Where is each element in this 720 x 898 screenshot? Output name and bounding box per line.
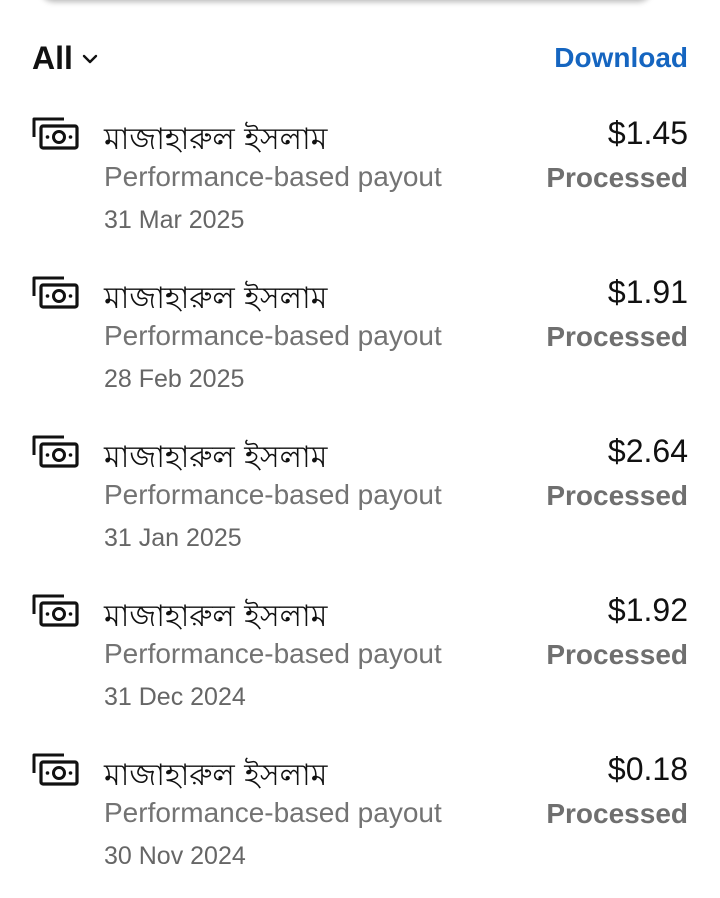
payout-amount: $1.92 bbox=[607, 592, 688, 628]
payee-name: মাজাহারুল ইসলাম bbox=[104, 440, 328, 475]
payee-name: মাজাহারুল ইসলাম bbox=[104, 281, 328, 316]
payout-amount: $1.91 bbox=[607, 274, 688, 310]
payee-name: মাজাহারুল ইসলাম bbox=[104, 758, 328, 793]
list-item[interactable]: মাজাহারুল ইসলাম Performance-based payout… bbox=[0, 580, 720, 739]
payout-toolbar: All Download bbox=[32, 36, 688, 80]
payout-type: Performance-based payout bbox=[104, 797, 442, 828]
payout-status: Processed bbox=[546, 162, 688, 193]
payout-type: Performance-based payout bbox=[104, 479, 442, 510]
money-bill-icon bbox=[32, 276, 79, 309]
payee-name: মাজাহারুল ইসলাম bbox=[104, 599, 328, 634]
payout-type: Performance-based payout bbox=[104, 161, 442, 192]
payout-date: 31 Mar 2025 bbox=[104, 206, 245, 234]
payee-name: মাজাহারুল ইসলাম bbox=[104, 122, 328, 157]
payout-status: Processed bbox=[546, 639, 688, 670]
payout-amount: $1.45 bbox=[607, 115, 688, 151]
payout-amount: $2.64 bbox=[607, 433, 688, 469]
payout-status: Processed bbox=[546, 321, 688, 352]
filter-label: All bbox=[32, 39, 73, 76]
money-bill-icon bbox=[32, 117, 79, 150]
payout-type: Performance-based payout bbox=[104, 638, 442, 669]
payout-status: Processed bbox=[546, 480, 688, 511]
payout-type: Performance-based payout bbox=[104, 320, 442, 351]
chevron-down-icon bbox=[82, 54, 98, 64]
list-item[interactable]: মাজাহারুল ইসলাম Performance-based payout… bbox=[0, 739, 720, 898]
payout-amount: $0.18 bbox=[607, 751, 688, 787]
filter-dropdown[interactable]: All bbox=[32, 40, 99, 77]
list-item[interactable]: মাজাহারুল ইসলাম Performance-based payout… bbox=[0, 421, 720, 580]
download-link[interactable]: Download bbox=[554, 42, 688, 74]
list-item[interactable]: মাজাহারুল ইসলাম Performance-based payout… bbox=[0, 262, 720, 421]
payout-status: Processed bbox=[546, 798, 688, 829]
money-bill-icon bbox=[32, 435, 79, 468]
payout-date: 30 Nov 2024 bbox=[104, 842, 246, 870]
list-item[interactable]: মাজাহারুল ইসলাম Performance-based payout… bbox=[0, 103, 720, 262]
money-bill-icon bbox=[32, 594, 79, 627]
payout-date: 31 Dec 2024 bbox=[104, 683, 246, 711]
payout-date: 31 Jan 2025 bbox=[104, 524, 242, 552]
money-bill-icon bbox=[32, 753, 79, 786]
payout-date: 28 Feb 2025 bbox=[104, 365, 245, 393]
payout-list: মাজাহারুল ইসলাম Performance-based payout… bbox=[0, 103, 720, 898]
